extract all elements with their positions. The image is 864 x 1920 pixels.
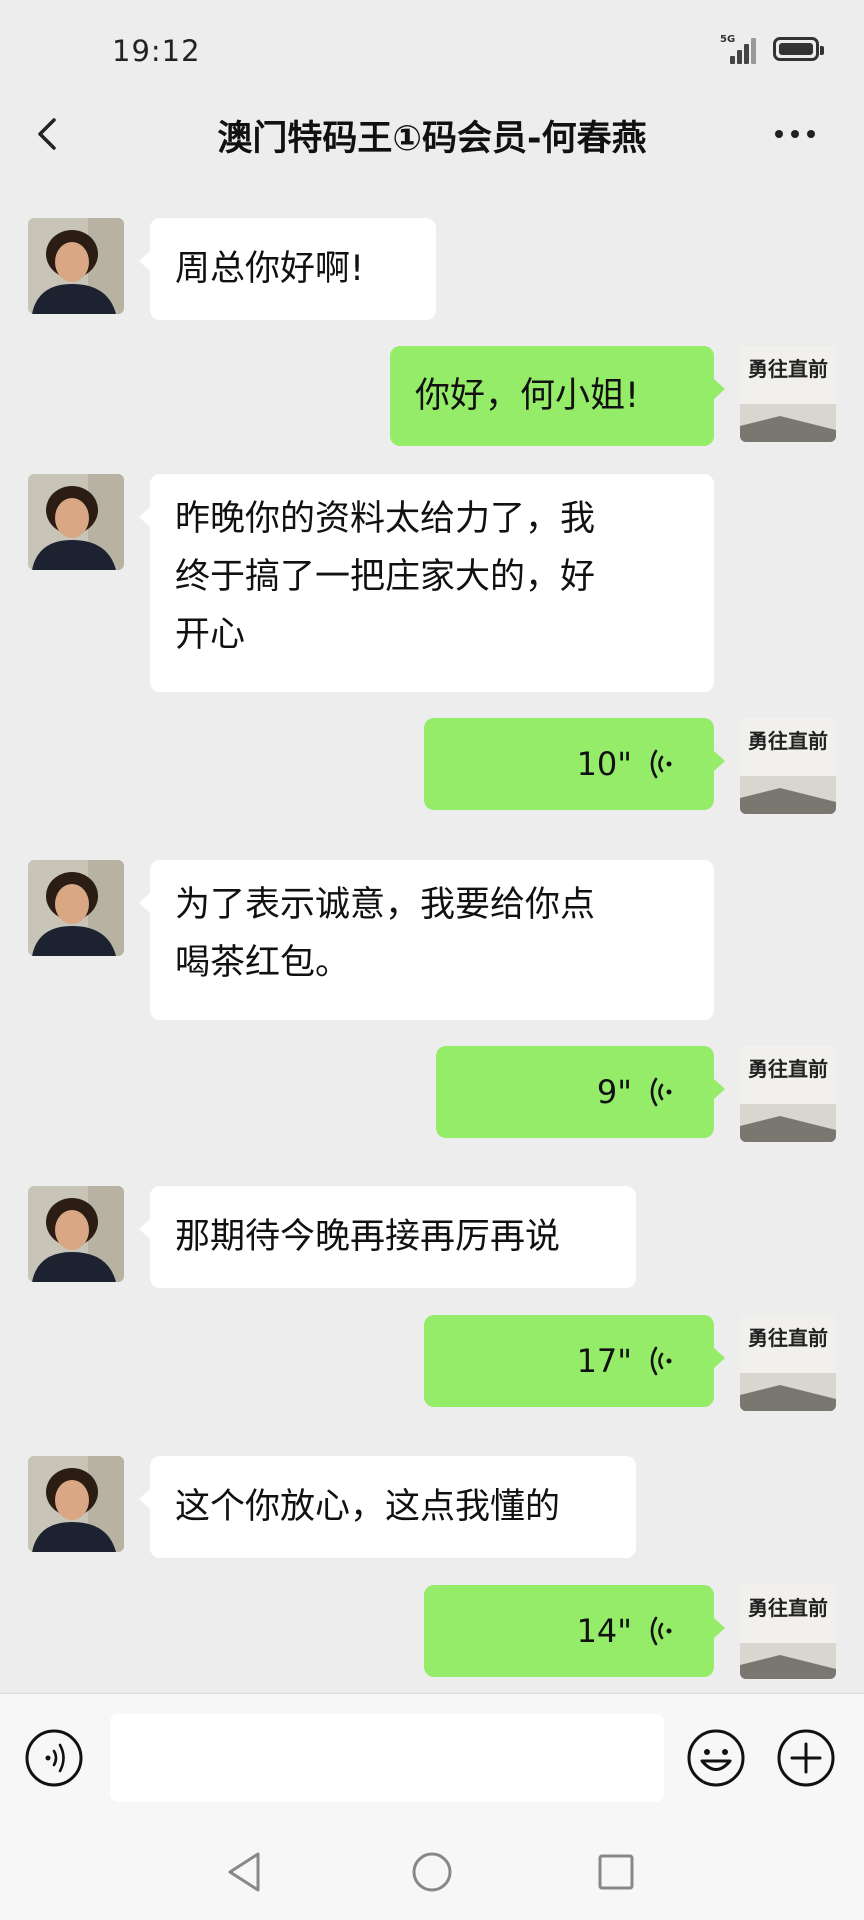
message-text: 为了表示诚意，我要给你点 喝茶红包。 [175,885,596,983]
message-input[interactable] [110,1714,664,1802]
self-avatar[interactable]: 勇往直前 [740,718,836,814]
contact-avatar[interactable] [28,218,124,314]
status-time: 19:12 [112,34,201,68]
message-bubble-outgoing[interactable]: 你好，何小姐! [390,346,725,446]
chat-input-bar [0,1693,864,1821]
nav-home-icon[interactable] [408,1848,456,1896]
system-nav-bar [0,1820,864,1920]
voice-wave-icon [650,1616,672,1646]
message-bubble-incoming[interactable]: 昨晚你的资料太给力了，我 终于搞了一把庄家大的，好 开心 [139,474,714,692]
cellular-signal-icon: 5G [720,34,760,64]
svg-text:勇往直前: 勇往直前 [748,729,828,753]
message-bubble-incoming[interactable]: 那期待今晚再接再厉再说 [139,1186,636,1288]
message-text: 周总你好啊! [175,249,365,289]
message-bubble-incoming[interactable]: 为了表示诚意，我要给你点 喝茶红包。 [139,860,714,1020]
voice-duration: 17" [576,1342,632,1380]
voice-message-bubble[interactable]: 14" [424,1585,725,1677]
message-text: 你好，何小姐! [415,376,640,416]
svg-text:勇往直前: 勇往直前 [748,1326,828,1350]
message-text: 那期待今晚再接再厉再说 [175,1217,561,1257]
message-text: 这个你放心，这点我懂的 [175,1487,561,1527]
voice-message-bubble[interactable]: 9" [436,1046,725,1138]
self-avatar[interactable]: 勇往直前 [740,346,836,442]
emoji-icon[interactable] [686,1728,746,1788]
chevron-left-icon[interactable] [30,114,70,154]
nav-back-icon[interactable] [222,1848,270,1896]
voice-wave-icon [650,1077,672,1107]
plus-icon[interactable] [776,1728,836,1788]
contact-avatar[interactable] [28,860,124,956]
voice-duration: 14" [576,1612,632,1650]
message-text: 昨晚你的资料太给力了，我 终于搞了一把庄家大的，好 开心 [175,499,596,655]
self-avatar[interactable]: 勇往直前 [740,1315,836,1411]
voice-message-bubble[interactable]: 17" [424,1315,725,1407]
nav-recent-icon[interactable] [592,1848,640,1896]
message-bubble-incoming[interactable]: 周总你好啊! [139,218,436,320]
contact-avatar[interactable] [28,474,124,570]
svg-text:勇往直前: 勇往直前 [748,1596,828,1620]
message-bubble-incoming[interactable]: 这个你放心，这点我懂的 [139,1456,636,1558]
network-type: 5G [720,34,736,45]
svg-text:勇往直前: 勇往直前 [748,1057,828,1081]
voice-wave-icon [650,749,672,779]
voice-duration: 10" [576,745,632,783]
battery-icon [773,37,824,61]
chat-title: 澳门特码王①码会员-何春燕 [217,119,647,159]
svg-text:勇往直前: 勇往直前 [748,357,828,381]
voice-message-bubble[interactable]: 10" [424,718,725,810]
contact-avatar[interactable] [28,1456,124,1552]
self-avatar[interactable]: 勇往直前 [740,1046,836,1142]
contact-avatar[interactable] [28,1186,124,1282]
self-avatar[interactable]: 勇往直前 [740,1585,836,1679]
voice-duration: 9" [596,1073,632,1111]
status-bar: 19:12 5G [0,0,864,100]
chat-header: 澳门特码王①码会员-何春燕 [0,100,864,168]
more-dots-icon[interactable] [770,114,820,154]
voice-input-icon[interactable] [24,1728,84,1788]
voice-wave-icon [650,1346,672,1376]
